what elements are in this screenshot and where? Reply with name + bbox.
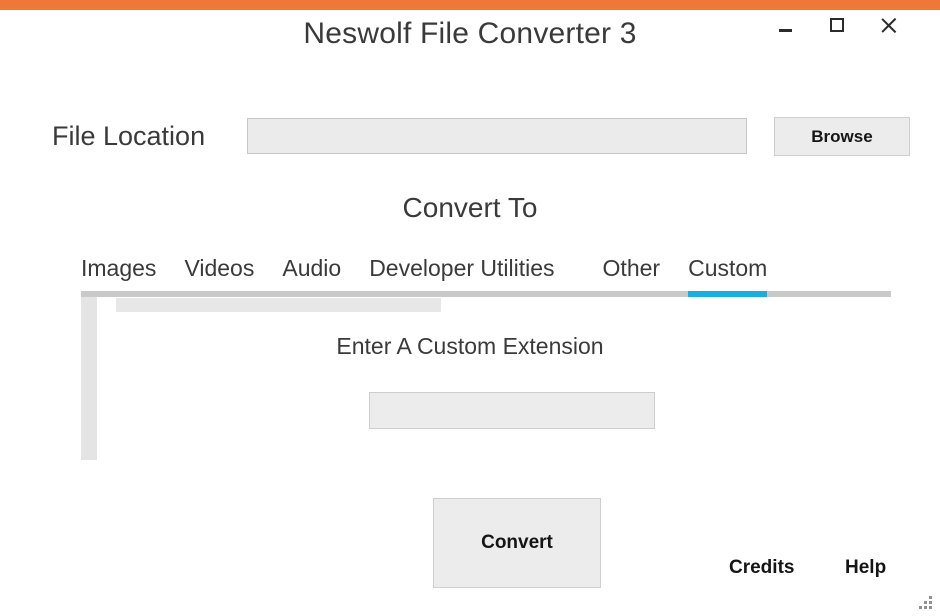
- tab-custom[interactable]: Custom: [688, 253, 767, 283]
- browse-button[interactable]: Browse: [774, 117, 910, 156]
- custom-extension-input[interactable]: [369, 392, 655, 429]
- tab-audio[interactable]: Audio: [282, 253, 341, 283]
- horizontal-scrollbar[interactable]: [81, 297, 891, 313]
- file-location-input[interactable]: [247, 118, 747, 154]
- tab-other[interactable]: Other: [603, 253, 661, 283]
- tab-developer-utilities[interactable]: Developer Utilities: [369, 253, 554, 283]
- resize-grip-icon[interactable]: [918, 595, 933, 610]
- horizontal-scrollbar-thumb[interactable]: [116, 298, 441, 312]
- custom-extension-panel: [81, 297, 891, 467]
- vertical-scrollbar[interactable]: [81, 297, 97, 467]
- file-location-label: File Location: [52, 121, 206, 151]
- window-accent-strip: [0, 0, 940, 10]
- convert-tabs: Images Videos Audio Developer Utilities …: [81, 253, 891, 289]
- vertical-scrollbar-thumb[interactable]: [81, 297, 97, 460]
- custom-extension-label: Enter A Custom Extension: [336, 333, 604, 359]
- tab-images[interactable]: Images: [81, 253, 156, 283]
- app-title: Neswolf File Converter 3: [303, 17, 637, 50]
- convert-to-heading: Convert To: [402, 192, 538, 223]
- file-location-row: File Location Browse: [0, 112, 940, 162]
- convert-button[interactable]: Convert: [433, 498, 601, 588]
- help-link[interactable]: Help: [845, 557, 886, 579]
- credits-link[interactable]: Credits: [729, 557, 794, 579]
- tab-videos[interactable]: Videos: [184, 253, 254, 283]
